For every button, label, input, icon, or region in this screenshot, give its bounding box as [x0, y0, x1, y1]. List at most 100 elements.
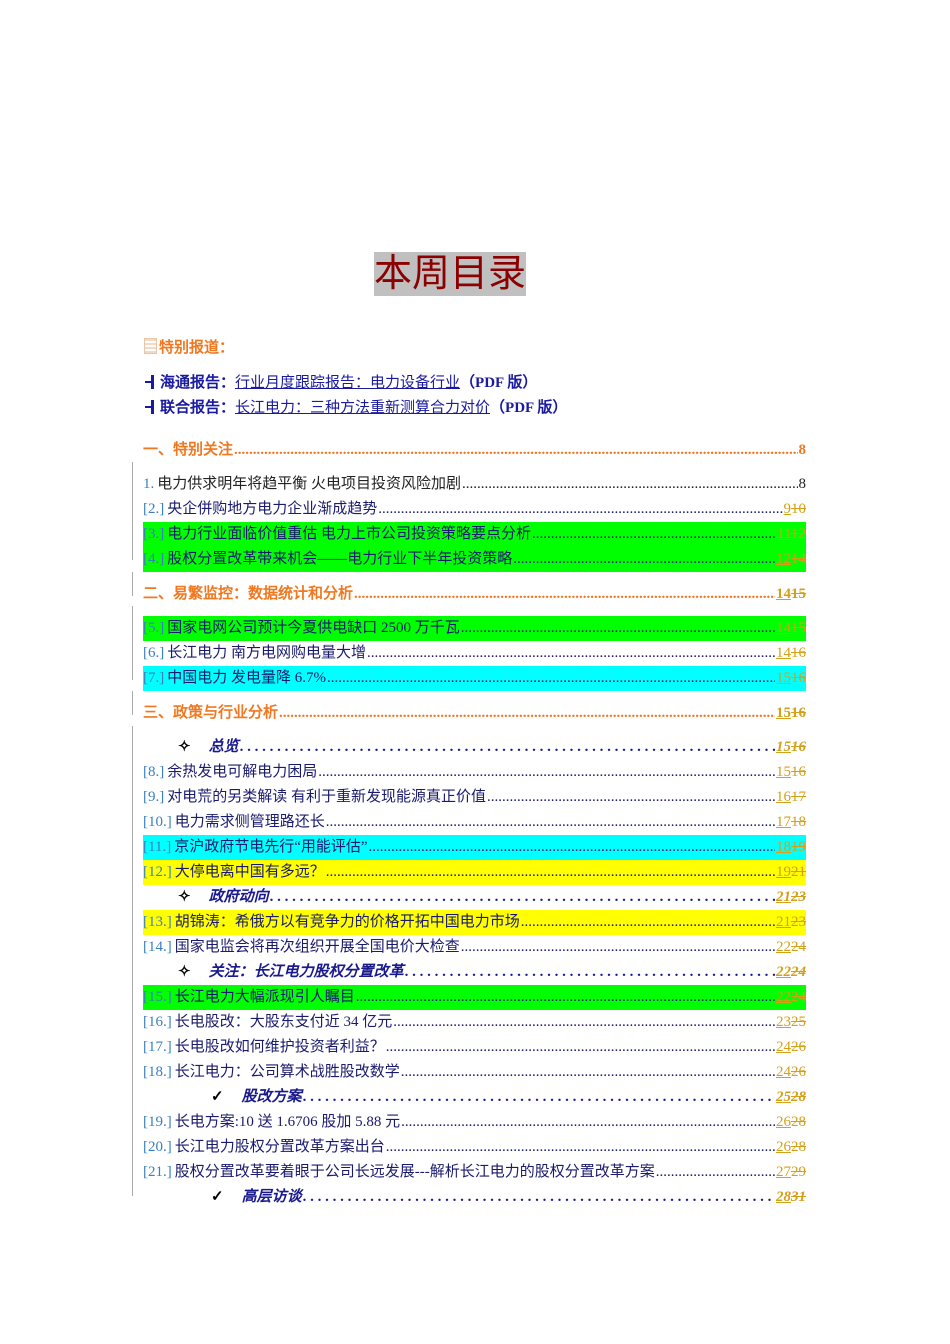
dot-leader: [487, 785, 775, 810]
entry-title: 长江电力：公司算术战胜股改数学: [174, 1064, 400, 1080]
inserted-page: 23: [776, 1014, 791, 1030]
entry-title: 京沪政府节电先行“用能评估”: [174, 839, 368, 855]
toc-subsection[interactable]: ✓ 股改方案 2528: [143, 1085, 806, 1110]
toc-entry[interactable]: [17.]长电股改如何维护投资者利益？ 2426: [143, 1035, 806, 1060]
inserted-page: 16: [776, 789, 791, 805]
entry-title: 政府动向: [208, 889, 269, 905]
toc-section[interactable]: 一、特别关注 8: [143, 438, 806, 463]
deleted-page: 31: [791, 1189, 806, 1205]
entry-number: [21.]: [143, 1164, 172, 1180]
page-number: 2628: [776, 1135, 806, 1160]
page-number: 1516: [776, 666, 806, 691]
report-link[interactable]: 长江电力：三种方法重新测算合力对价: [235, 400, 490, 416]
toc-entry[interactable]: [2.]央企併购地方电力企业渐成趋势 910: [143, 497, 806, 522]
page-number: 1516: [776, 701, 806, 726]
dot-leader: [367, 641, 775, 666]
toc-section[interactable]: 二、易繁监控：数据统计和分析 1415: [143, 582, 806, 607]
dot-leader: [240, 735, 775, 760]
dot-leader: [461, 935, 775, 960]
revision-bar: [132, 726, 133, 1196]
toc-subsection[interactable]: ✧ 政府动向 2123: [143, 885, 806, 910]
entry-title: 胡锦涛：希俄方以有竞争力的价格开拓中国电力市场: [174, 914, 520, 930]
entry-title: 电力需求侧管理路还长: [174, 814, 325, 830]
deleted-page: 29: [791, 1164, 806, 1180]
toc-entry[interactable]: [11.]京沪政府节电先行“用能评估” 1819: [143, 835, 806, 860]
page-number: 8: [798, 442, 807, 458]
toc-entry[interactable]: [12.]大停电离中国有多远？ 1921: [143, 860, 806, 885]
entry-number: [3.]: [143, 526, 165, 542]
toc-entry[interactable]: [16.]长电股改：大股东支付近 34 亿元 2325: [143, 1010, 806, 1035]
toc-entry[interactable]: [3.]电力行业面临价值重估 电力上市公司投资策略要点分析 1112: [143, 522, 806, 547]
inserted-page: 17: [776, 814, 791, 830]
entry-number: [8.]: [143, 764, 165, 780]
page-number: 1516: [776, 760, 806, 785]
deleted-page: 24: [791, 939, 806, 955]
report-suffix: （PDF 版）: [460, 375, 538, 391]
deleted-page: 16: [791, 739, 806, 755]
page-number: 2224: [776, 985, 806, 1010]
dot-leader: [326, 860, 775, 885]
toc-entry[interactable]: [14.]国家电监会将再次组织开展全国电价大检查 2224: [143, 935, 806, 960]
toc-entry[interactable]: [21.]股权分置改革要着眼于公司长远发展---解析长江电力的股权分置改革方案 2…: [143, 1160, 806, 1185]
page-number: 1416: [776, 641, 806, 666]
inserted-page: 18: [776, 839, 791, 855]
toc-entry[interactable]: [8.]余热发电可解电力困局 1516: [143, 760, 806, 785]
toc-entry[interactable]: [4.]股权分置改革带来机会——电力行业下半年投资策略 1214: [143, 547, 806, 572]
report-source: 联合报告：: [160, 400, 236, 416]
inserted-page: 9: [783, 501, 792, 517]
page-number: 2729: [776, 1160, 806, 1185]
inserted-page: 24: [776, 1064, 791, 1080]
inserted-page: 25: [776, 1089, 791, 1105]
toc-section[interactable]: 三、政策与行业分析 1516: [143, 701, 806, 726]
toc-entry[interactable]: [18.]长江电力：公司算术战胜股改数学 2426: [143, 1060, 806, 1085]
toc-entry[interactable]: [6.]长江电力 南方电网购电量大增 1416: [143, 641, 806, 666]
entry-title: 三、政策与行业分析: [143, 705, 279, 721]
toc-entry[interactable]: [7.]中国电力 发电量降 6.7% 1516: [143, 666, 806, 691]
entry-number: [15.]: [143, 989, 172, 1005]
entry-number: [13.]: [143, 914, 172, 930]
deleted-page: 15: [791, 586, 806, 602]
toc-entry[interactable]: 1.电力供求明年将趋平衡 火电项目投资风险加剧 8: [143, 472, 806, 497]
dot-leader: [656, 1160, 775, 1185]
toc-subsection[interactable]: ✧ 总览 1516: [143, 735, 806, 760]
dot-leader: [279, 701, 775, 726]
page-number: 1718: [776, 810, 806, 835]
toc-entry[interactable]: [15.]长江电力大幅派现引人瞩目 2224: [143, 985, 806, 1010]
deleted-page: 10: [791, 501, 806, 517]
entry-title: 长电股改如何维护投资者利益？: [174, 1039, 385, 1055]
toc-entry[interactable]: [5.]国家电网公司预计今夏供电缺口 2500 万千瓦 1415: [143, 616, 806, 641]
check-icon: ✓: [211, 1089, 224, 1105]
toc-entry[interactable]: [9.]对电荒的另类解读 有利于重新发现能源真正价值 1617: [143, 785, 806, 810]
entry-title: 长电方案:10 送 1.6706 股加 5.88 元: [174, 1114, 401, 1130]
entry-title: 余热发电可解电力困局: [167, 764, 318, 780]
page-number: 1112: [777, 522, 806, 547]
entry-title: 大停电离中国有多远？: [174, 864, 325, 880]
deleted-page: 16: [791, 670, 806, 686]
toc-subsection[interactable]: ✧ 关注：长江电力股权分置改革 2224: [143, 960, 806, 985]
toc-entry[interactable]: [20.]长江电力股权分置改革方案出台 2628: [143, 1135, 806, 1160]
dot-leader: [386, 1035, 775, 1060]
page-number: 2123: [776, 885, 806, 910]
entry-title: 国家电监会将再次组织开展全国电价大检查: [174, 939, 460, 955]
inserted-page: 19: [776, 864, 791, 880]
entry-number: [2.]: [143, 501, 165, 517]
entry-number: [5.]: [143, 620, 165, 636]
page-number: 2628: [776, 1110, 806, 1135]
deleted-page: 28: [791, 1139, 806, 1155]
report-link[interactable]: 行业月度跟踪报告：电力设备行业: [235, 375, 460, 391]
entry-title: 二、易繁监控：数据统计和分析: [143, 586, 354, 602]
report-link-row: 海通报告：行业月度跟踪报告：电力设备行业（PDF 版）: [144, 371, 537, 392]
deleted-page: 16: [791, 645, 806, 661]
dot-leader: [369, 835, 775, 860]
inserted-page: 26: [776, 1139, 791, 1155]
page-number: 1214: [776, 547, 806, 572]
inserted-page: 14: [776, 620, 791, 636]
dot-leader: [521, 910, 775, 935]
toc-entry[interactable]: [10.]电力需求侧管理路还长 1718: [143, 810, 806, 835]
inserted-page: 21: [776, 914, 791, 930]
entry-number: [18.]: [143, 1064, 172, 1080]
toc-entry[interactable]: [19.]长电方案:10 送 1.6706 股加 5.88 元 2628: [143, 1110, 806, 1135]
toc-entry[interactable]: [13.]胡锦涛：希俄方以有竞争力的价格开拓中国电力市场 2123: [143, 910, 806, 935]
page-number: 2325: [776, 1010, 806, 1035]
toc-subsection[interactable]: ✓ 高层访谈 2831: [143, 1185, 806, 1210]
